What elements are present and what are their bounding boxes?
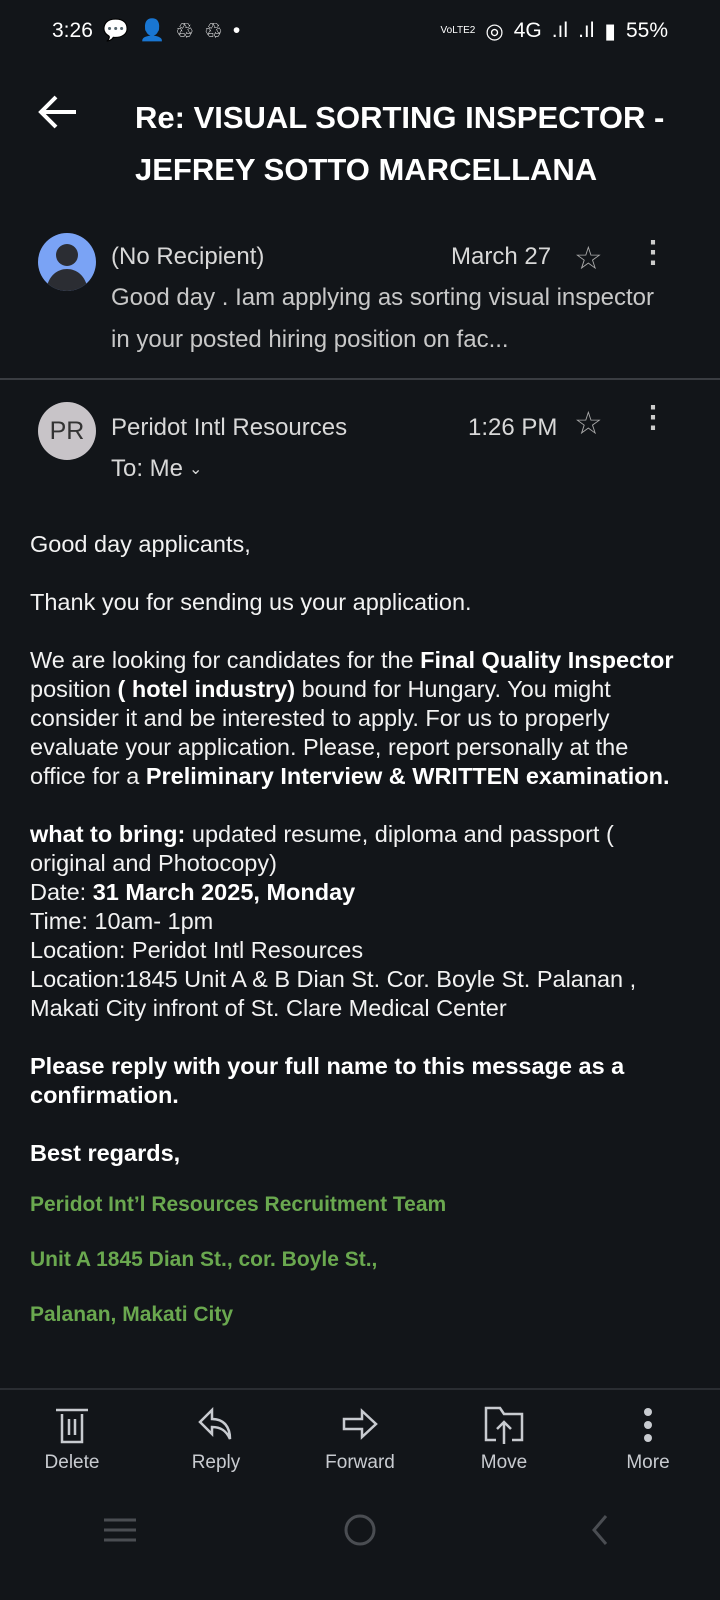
add-contact-icon: 👤 xyxy=(139,19,166,42)
label: Delete xyxy=(44,1452,100,1473)
text: Location: Peridot Intl Resources xyxy=(30,937,364,963)
avatar xyxy=(38,233,96,291)
email-snippet: Good day . Iam applying as sorting visua… xyxy=(111,284,654,353)
text: what to bring: xyxy=(30,821,186,847)
avatar: PR xyxy=(38,402,96,460)
text: We are looking for candidates for the xyxy=(30,647,421,673)
regards: Best regards, xyxy=(30,1139,690,1168)
move-folder-icon xyxy=(484,1406,524,1444)
sync-icon: ♲ xyxy=(175,19,195,43)
forward-icon xyxy=(342,1408,378,1440)
thread-item-collapsed[interactable]: (No Recipient) March 27 ☆ ⋮ Good day . I… xyxy=(0,225,720,375)
reply-button[interactable]: Reply xyxy=(144,1392,288,1482)
home-icon[interactable] xyxy=(340,1510,380,1550)
text: Best regards, xyxy=(30,1140,181,1166)
recipient-label: To: Me xyxy=(111,455,184,482)
signature-line: Palanan, Makati City xyxy=(30,1303,234,1326)
details: what to bring: updated resume, diploma a… xyxy=(30,820,690,1023)
text: ( hotel industry) xyxy=(117,676,296,702)
reply-request: Please reply with your full name to this… xyxy=(30,1052,690,1110)
recents-icon[interactable] xyxy=(100,1510,140,1550)
back-arrow-icon[interactable] xyxy=(36,92,80,132)
battery-icon: ▮ xyxy=(604,19,616,43)
text: Preliminary Interview & WRITTEN examinat… xyxy=(145,763,670,789)
more-vert-icon[interactable]: ⋮ xyxy=(638,400,668,435)
paragraph: We are looking for candidates for the Fi… xyxy=(30,646,690,791)
label: Forward xyxy=(325,1452,395,1473)
divider xyxy=(0,1388,720,1390)
chevron-down-icon: ⌄ xyxy=(189,461,203,478)
email-body: Good day applicants, Thank you for sendi… xyxy=(30,530,690,1355)
sender-name: (No Recipient) xyxy=(111,243,265,270)
avatar-initials: PR xyxy=(49,416,85,445)
person-icon xyxy=(46,244,88,291)
reply-icon xyxy=(198,1406,232,1440)
thanks: Thank you for sending us your applicatio… xyxy=(30,589,472,615)
message-icon: 💬 xyxy=(102,19,130,42)
signature-line: Peridot Int’l Resources Recruitment Team xyxy=(30,1193,447,1216)
recipient-toggle[interactable]: To: Me ⌄ xyxy=(111,455,202,483)
sender-name: Peridot Intl Resources xyxy=(111,414,348,441)
back-icon[interactable] xyxy=(580,1510,620,1550)
star-icon[interactable]: ☆ xyxy=(574,404,603,442)
email-subject: Re: VISUAL SORTING INSPECTOR - JEFREY SO… xyxy=(135,100,665,187)
trash-icon xyxy=(56,1408,88,1444)
email-date: March 27 xyxy=(451,243,552,270)
dot-icon: • xyxy=(232,19,241,42)
text: Final Quality Inspector xyxy=(420,647,674,673)
text: position xyxy=(30,676,118,702)
more-button[interactable]: More xyxy=(576,1392,720,1482)
star-icon[interactable]: ☆ xyxy=(574,239,603,277)
clock: 3:26 xyxy=(52,19,93,42)
text: 31 March 2025, Monday xyxy=(92,879,356,905)
label: More xyxy=(626,1452,670,1473)
greeting: Good day applicants, xyxy=(30,531,251,557)
text: Location:1845 Unit A & B Dian St. Cor. B… xyxy=(30,966,637,1021)
label: Move xyxy=(480,1452,528,1473)
text: Date: xyxy=(30,879,93,905)
forward-button[interactable]: Forward xyxy=(288,1392,432,1482)
network-type: 4G xyxy=(513,19,542,42)
more-vert-icon xyxy=(644,1408,652,1442)
text: Please reply with your full name to this… xyxy=(30,1053,625,1108)
divider xyxy=(0,378,720,380)
status-bar: 3:26 💬 👤 ♲ ♲ • VoLTE2 ◎ 4G .ıl .ıl ▮ 55% xyxy=(52,14,668,48)
email-time: 1:26 PM xyxy=(468,414,558,441)
action-bar: Delete Reply Forward Move More xyxy=(0,1392,720,1482)
hotspot-icon: ◎ xyxy=(485,19,504,43)
volte-icon: VoLTE2 xyxy=(440,25,476,36)
label: Reply xyxy=(191,1452,241,1473)
signature-line: Unit A 1845 Dian St., cor. Boyle St., xyxy=(30,1248,378,1271)
signal-icon: .ıl xyxy=(578,19,595,42)
signal-icon: .ıl xyxy=(551,19,569,42)
battery-percent: 55% xyxy=(625,19,668,42)
move-button[interactable]: Move xyxy=(432,1392,576,1482)
text: Time: 10am- 1pm xyxy=(30,908,214,934)
delete-button[interactable]: Delete xyxy=(0,1392,144,1482)
more-vert-icon[interactable]: ⋮ xyxy=(638,235,668,270)
sync-icon: ♲ xyxy=(204,19,223,43)
system-nav-bar xyxy=(0,1505,720,1555)
